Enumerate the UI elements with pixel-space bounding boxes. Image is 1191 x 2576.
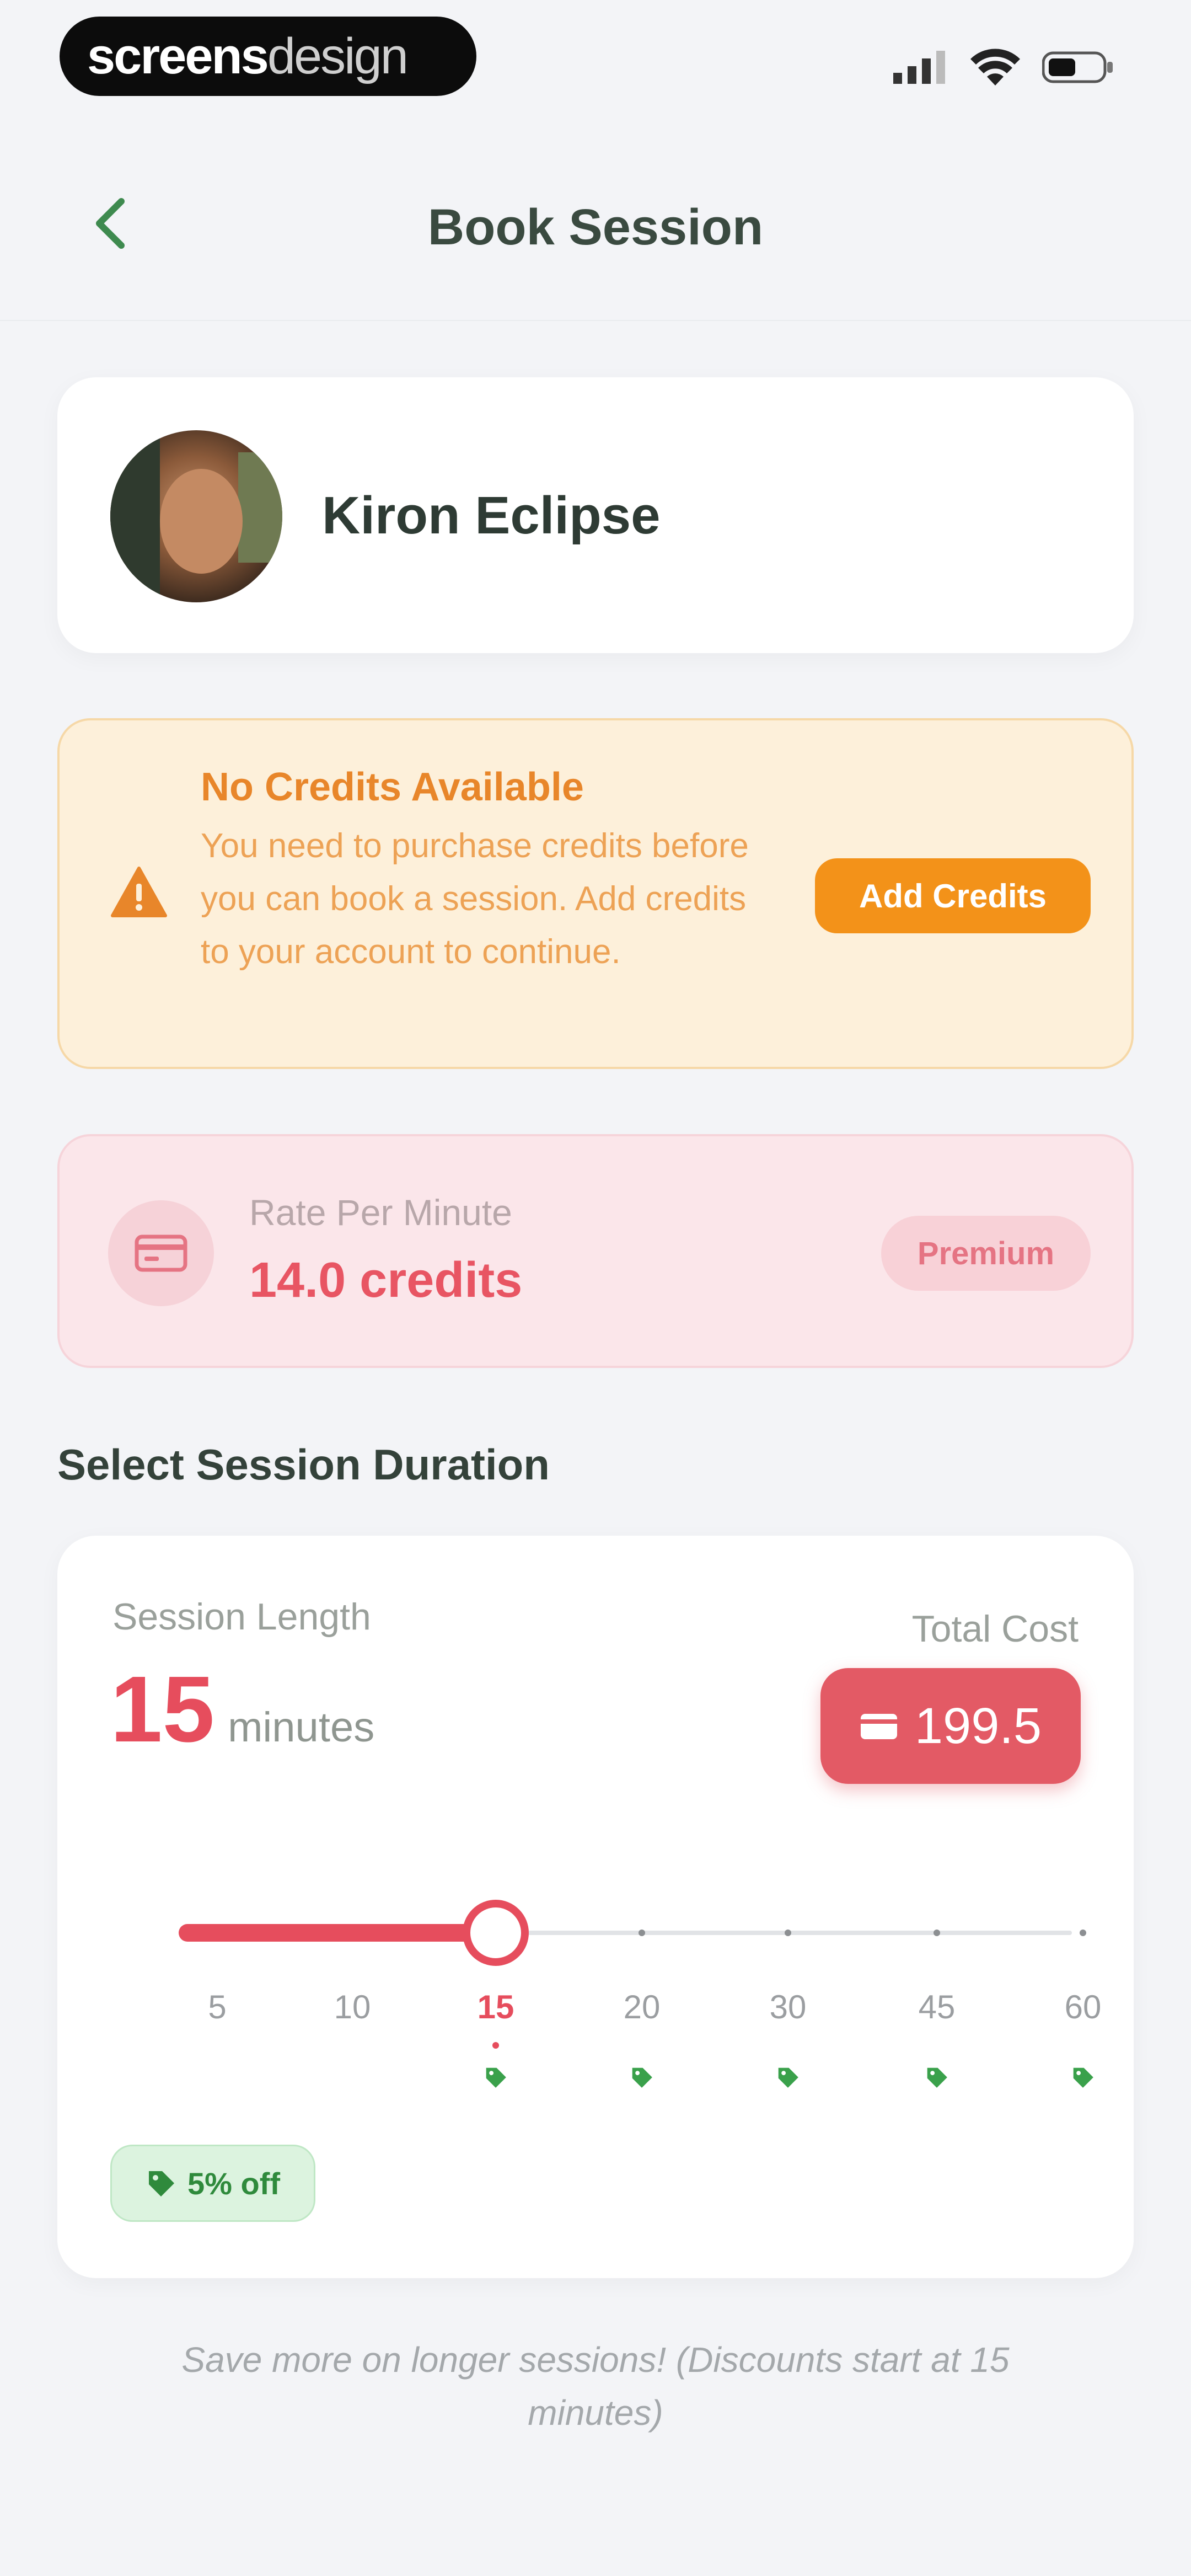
discount-label: 5% off [187, 2166, 280, 2201]
status-icons [893, 45, 1114, 89]
slider-tick [785, 1930, 791, 1936]
session-minutes-unit: minutes [228, 1704, 375, 1751]
expert-profile-card[interactable]: Kiron Eclipse [57, 377, 1134, 653]
brand-logo: screens design [60, 17, 476, 96]
wallet-icon [135, 1234, 187, 1272]
duration-options: 5 10 15 20 30 45 60 [57, 1988, 1134, 2032]
session-length-label: Session Length [112, 1596, 371, 1638]
brand-text-part1: screens [87, 28, 269, 84]
slider-fill [179, 1924, 496, 1942]
avatar [110, 430, 282, 602]
total-cost-label: Total Cost [911, 1608, 1079, 1650]
header-divider [0, 320, 1191, 321]
duration-card: Session Length 15 minutes Total Cost 199… [57, 1536, 1134, 2278]
duration-option-60[interactable]: 60 [1065, 1988, 1102, 2026]
duration-option-5[interactable]: 5 [208, 1988, 226, 2026]
signal-icon [893, 51, 945, 84]
tag-icon [925, 2065, 949, 2092]
discount-badge: 5% off [110, 2145, 315, 2222]
rate-value: 14.0 credits [249, 1253, 523, 1308]
status-bar: screens design [0, 0, 1191, 110]
rate-card: Rate Per Minute 14.0 credits Premium [57, 1134, 1134, 1368]
slider-tick [639, 1930, 645, 1936]
duration-option-10[interactable]: 10 [334, 1988, 371, 2026]
slider-tick [934, 1930, 940, 1936]
rate-icon-container [108, 1200, 214, 1306]
tag-icon [630, 2065, 654, 2092]
duration-option-20[interactable]: 20 [624, 1988, 661, 2026]
book-session-screen: screens design Book Session Kiron Eclips… [0, 0, 1191, 2576]
savings-note: Save more on longer sessions! (Discounts… [181, 2340, 1010, 2433]
alert-title: No Credits Available [201, 765, 584, 809]
slider-tick [1080, 1930, 1086, 1936]
wifi-icon [970, 49, 1020, 85]
selected-indicator-dot [492, 2042, 499, 2049]
duration-option-15[interactable]: 15 [478, 1988, 514, 2026]
warning-triangle-icon [111, 867, 167, 917]
duration-option-30[interactable]: 30 [770, 1988, 807, 2026]
no-credits-alert: No Credits Available You need to purchas… [57, 718, 1134, 1069]
premium-badge: Premium [881, 1216, 1091, 1291]
section-title: Select Session Duration [57, 1440, 550, 1489]
page-title: Book Session [427, 199, 764, 255]
tag-icon [484, 2065, 508, 2092]
alert-message: You need to purchase credits before you … [201, 827, 749, 971]
slider-thumb[interactable] [463, 1900, 529, 1966]
brand-text-part2: design [267, 28, 409, 84]
wallet-icon [860, 1714, 897, 1739]
add-credits-button[interactable]: Add Credits [815, 858, 1091, 933]
session-minutes-number: 15 [110, 1657, 215, 1762]
discount-indicators [57, 2065, 1134, 2098]
total-cost-value: 199.5 [914, 1697, 1042, 1754]
battery-icon [1042, 51, 1113, 83]
tag-icon [1071, 2065, 1095, 2092]
session-length-value: 15 minutes [110, 1663, 374, 1756]
tag-icon [776, 2065, 800, 2092]
tag-icon [149, 2171, 174, 2196]
duration-slider[interactable] [179, 1900, 1086, 1966]
total-cost-pill: 199.5 [820, 1668, 1081, 1784]
duration-option-45[interactable]: 45 [919, 1988, 956, 2026]
expert-name: Kiron Eclipse [322, 486, 661, 545]
header: Book Session [0, 165, 1191, 287]
rate-label: Rate Per Minute [249, 1192, 512, 1233]
